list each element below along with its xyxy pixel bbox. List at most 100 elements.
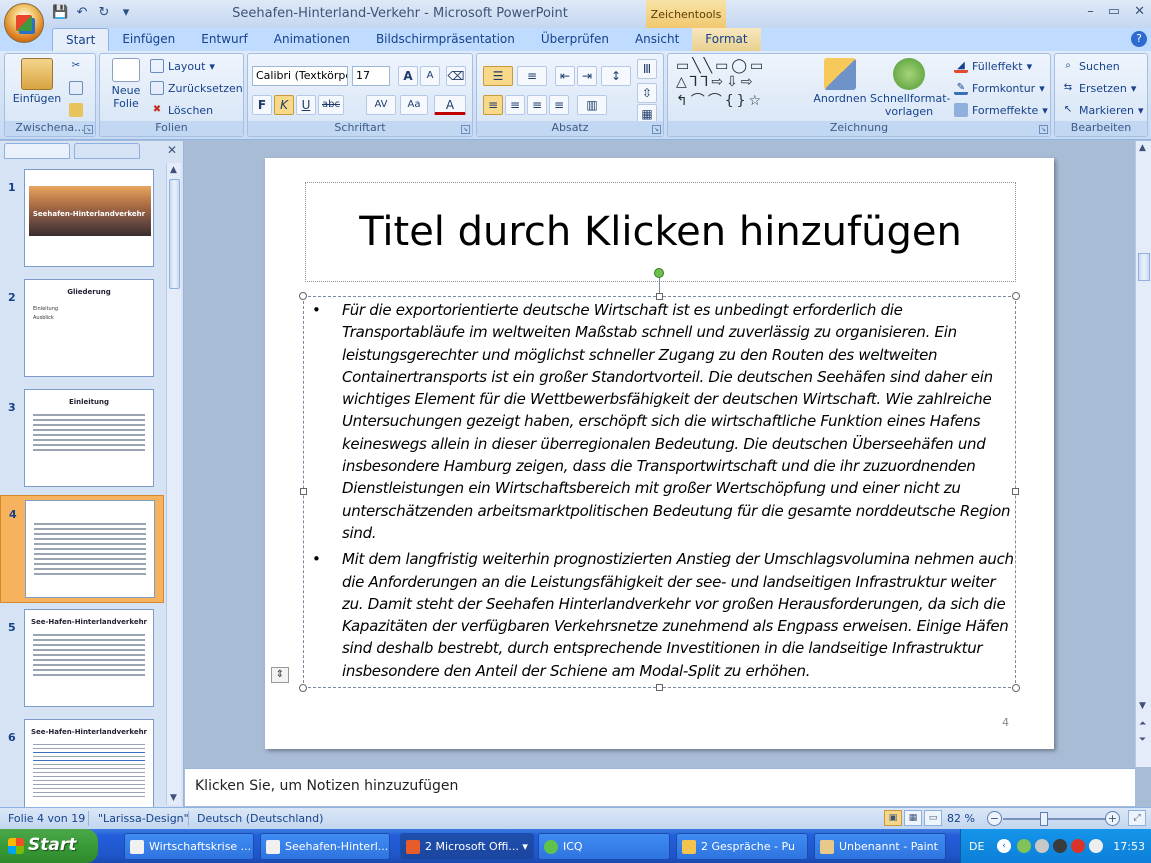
align-text-button[interactable]: ⇳ (637, 83, 657, 103)
taskbar-item[interactable]: Unbenannt - Paint (814, 833, 946, 860)
resize-handle[interactable] (299, 684, 307, 692)
taskbar-item-active[interactable]: 2 Microsoft Offi... ▾ (400, 833, 534, 860)
change-case-button[interactable]: Aa (400, 95, 428, 115)
fit-to-window-icon[interactable]: ⤢ (1128, 810, 1146, 826)
find-button[interactable]: ⌕ Suchen (1061, 59, 1120, 73)
thumbnail-row[interactable]: 6 See-Hafen-Hinterlandverkehr (0, 719, 164, 807)
slide-title[interactable]: Titel durch Klicken hinzufügen (306, 209, 1015, 255)
shape-fill-button[interactable]: ◢ Fülleffekt ▾ (954, 59, 1032, 73)
rotate-handle[interactable] (654, 268, 664, 278)
language-indicator[interactable]: Deutsch (Deutschland) (197, 812, 323, 825)
bullet-paragraph[interactable]: Mit dem langfristig weiterhin prognostiz… (312, 548, 1014, 682)
input-language[interactable]: DE (969, 840, 984, 853)
reset-button[interactable]: Zurücksetzen (150, 81, 243, 95)
columns-button[interactable]: ▥ (577, 95, 607, 115)
shrink-font-button[interactable]: A (420, 66, 440, 86)
thumbnail-row[interactable]: 2 Gliederung Einleitung Ausblick (0, 279, 164, 383)
arrange-button[interactable]: Anordnen (812, 58, 868, 105)
scroll-up-icon[interactable]: ▲ (1139, 143, 1146, 153)
autofit-options-icon[interactable]: ⇕ (271, 667, 289, 683)
shapes-gallery[interactable]: ▭╲╲▭◯▭ △⅂⅂⇨⇩⇨ ↰⌒⌒{}☆ (676, 58, 766, 110)
notes-placeholder[interactable]: Klicken Sie, um Notizen hinzuzufügen (195, 778, 458, 794)
slide-thumbnail[interactable]: See-Hafen-Hinterlandverkehr (24, 609, 154, 707)
minimize-button[interactable]: – (1087, 4, 1094, 19)
help-icon[interactable]: ? (1131, 31, 1147, 47)
align-center-button[interactable]: ≡ (505, 95, 525, 115)
paste-button[interactable]: Einfügen (11, 58, 63, 105)
thumbnail-row-selected[interactable]: 4 (0, 495, 164, 603)
zoom-in-icon[interactable]: + (1105, 811, 1120, 826)
font-size-combo[interactable]: 17 (352, 66, 390, 86)
text-direction-button[interactable]: Ⅲ (637, 59, 657, 79)
close-button[interactable]: ✕ (1134, 4, 1145, 19)
shape-effects-button[interactable]: Formeffekte ▾ (954, 103, 1048, 117)
clock[interactable]: 17:53 (1113, 840, 1145, 853)
tab-insert[interactable]: Einfügen (109, 28, 188, 51)
dialog-launcher-icon[interactable]: ↘ (461, 125, 470, 134)
clock-icon[interactable] (1089, 839, 1103, 853)
thumbnail-row[interactable]: 1 Seehafen-Hinterlandverkehr (0, 169, 164, 273)
tab-view[interactable]: Ansicht (622, 28, 692, 51)
slide-thumbnail[interactable]: Einleitung (24, 389, 154, 487)
taskbar-item[interactable]: 2 Gespräche - Pu (676, 833, 808, 860)
shape-outline-button[interactable]: ✎ Formkontur ▾ (954, 81, 1045, 95)
char-spacing-button[interactable]: AV (366, 95, 396, 115)
delete-slide-button[interactable]: ✖ Löschen (150, 103, 213, 117)
bold-button[interactable]: F (252, 95, 272, 115)
slideshow-view-icon[interactable]: ▭ (924, 810, 942, 826)
maximize-button[interactable]: ▭ (1108, 4, 1120, 19)
slide-sorter-icon[interactable]: ▦ (904, 810, 922, 826)
quick-styles-button[interactable]: Schnellformat- vorlagen (870, 58, 951, 118)
body-text[interactable]: Für die exportorientierte deutsche Wirts… (312, 299, 1014, 686)
zoom-level[interactable]: 82 % (947, 812, 975, 825)
normal-view-icon[interactable]: ▣ (884, 810, 902, 826)
tab-slides[interactable] (4, 143, 70, 159)
scroll-up-icon[interactable]: ▲ (170, 165, 177, 175)
underline-button[interactable]: U (296, 95, 316, 115)
dialog-launcher-icon[interactable]: ↘ (84, 125, 93, 134)
tab-outline[interactable] (74, 143, 140, 159)
tab-slideshow[interactable]: Bildschirmpräsentation (363, 28, 528, 51)
slide-thumbnail[interactable]: Seehafen-Hinterlandverkehr (24, 169, 154, 267)
warning-icon[interactable] (1071, 839, 1085, 853)
layout-button[interactable]: Layout ▾ (150, 59, 215, 73)
tray-arrow-icon[interactable]: ‹ (997, 839, 1011, 853)
italic-button[interactable]: K (274, 95, 294, 115)
slide-thumbnail[interactable]: See-Hafen-Hinterlandverkehr (24, 719, 154, 807)
thumbnail-scrollbar[interactable]: ▲ ▼ (166, 163, 181, 805)
dialog-launcher-icon[interactable]: ↘ (1039, 125, 1048, 134)
previous-slide-icon[interactable]: ⏶ (1139, 719, 1146, 729)
taskbar-item[interactable]: ICQ (538, 833, 670, 860)
format-painter-button[interactable] (69, 103, 83, 117)
bullets-button[interactable]: ☰ (483, 66, 513, 86)
office-button[interactable] (4, 3, 44, 43)
zoom-slider-knob[interactable] (1040, 812, 1048, 826)
font-name-combo[interactable]: Calibri (Textkörpe (252, 66, 348, 86)
align-left-button[interactable]: ≡ (483, 95, 503, 115)
grow-font-button[interactable]: A (398, 66, 418, 86)
taskbar-item[interactable]: Seehafen-Hinterl... (260, 833, 390, 860)
resize-handle[interactable] (299, 292, 307, 300)
decrease-indent-button[interactable]: ⇤ (555, 66, 575, 86)
scroll-thumb[interactable] (1138, 253, 1150, 281)
thumbnail-row[interactable]: 3 Einleitung (0, 389, 164, 493)
antivirus-icon[interactable] (1053, 839, 1067, 853)
content-placeholder[interactable]: Für die exportorientierte deutsche Wirts… (299, 292, 1020, 692)
zoom-out-icon[interactable]: − (987, 811, 1002, 826)
line-spacing-button[interactable]: ↕ (601, 66, 631, 86)
start-button[interactable]: Start (0, 829, 98, 863)
security-icon[interactable] (1035, 839, 1049, 853)
next-slide-icon[interactable]: ⏷ (1139, 735, 1146, 745)
title-placeholder[interactable]: Titel durch Klicken hinzufügen (305, 182, 1016, 282)
scroll-down-icon[interactable]: ▼ (1139, 701, 1146, 711)
scroll-thumb[interactable] (169, 179, 180, 289)
clear-format-button[interactable]: ⌫ (446, 66, 466, 86)
dialog-launcher-icon[interactable]: ↘ (652, 125, 661, 134)
close-panel-icon[interactable]: ✕ (167, 143, 177, 157)
align-right-button[interactable]: ≡ (527, 95, 547, 115)
select-button[interactable]: ↖ Markieren ▾ (1061, 103, 1144, 117)
tab-start[interactable]: Start (52, 28, 110, 51)
copy-button[interactable] (69, 81, 83, 95)
scroll-down-icon[interactable]: ▼ (170, 793, 177, 803)
new-slide-button[interactable]: Neue Folie (104, 58, 148, 110)
